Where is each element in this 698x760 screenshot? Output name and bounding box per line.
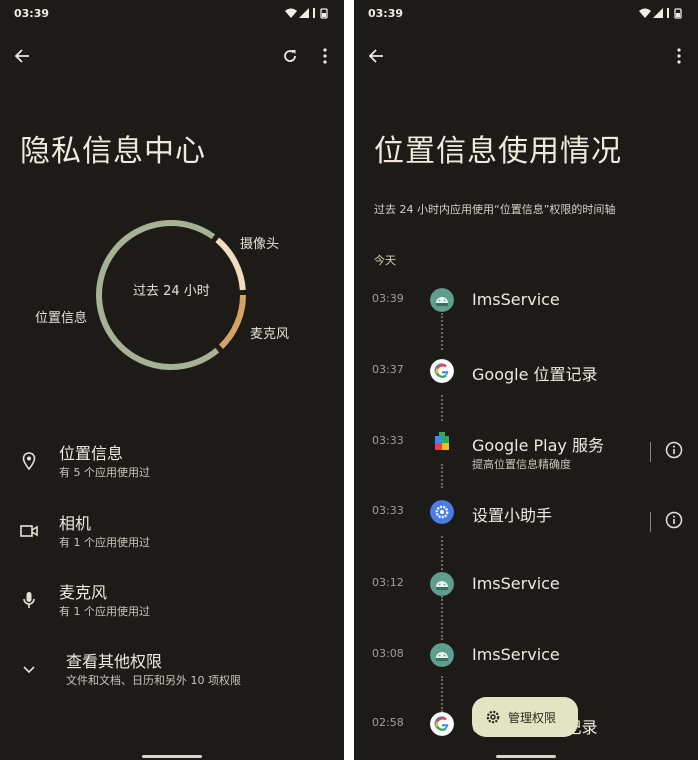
timeline-row[interactable]: 03:37 Google 位置记录	[354, 359, 698, 409]
permission-title: 相机	[59, 514, 92, 533]
microphone-icon	[23, 592, 35, 608]
android-icon	[430, 572, 454, 596]
overflow-menu-button[interactable]	[313, 44, 337, 68]
timeline-app-name: ImsService	[472, 290, 560, 309]
timeline-app-name: Google 位置记录	[472, 365, 598, 384]
timeline-row[interactable]: 03:12 ImsService	[354, 572, 698, 622]
permission-subtitle: 有 1 个应用使用过	[59, 605, 150, 618]
permission-title: 位置信息	[59, 444, 124, 463]
gesture-nav-bar[interactable]	[142, 755, 202, 758]
timeline-time: 03:33	[372, 434, 404, 447]
gesture-nav-bar[interactable]	[496, 755, 556, 758]
timeline-app-name: ImsService	[472, 645, 560, 664]
timeline-app-subtitle: 提高位置信息精确度	[472, 458, 571, 471]
timeline-app-name: Google Play 服务	[472, 436, 604, 455]
timeline-row[interactable]: 03:08 ImsService	[354, 643, 698, 693]
refresh-button[interactable]	[278, 44, 302, 68]
location-pin-icon	[22, 452, 36, 471]
permission-subtitle: 有 1 个应用使用过	[59, 536, 150, 549]
info-icon[interactable]	[664, 510, 684, 530]
timeline-time: 03:39	[372, 292, 404, 305]
timeline-row[interactable]: 03:33 设置小助手	[354, 500, 698, 550]
play-services-icon	[435, 432, 449, 450]
info-icon[interactable]	[664, 440, 684, 460]
page-title: 位置信息使用情况	[374, 134, 622, 169]
permission-title: 麦克风	[59, 583, 108, 602]
status-icons	[284, 7, 330, 22]
timeline-time: 03:12	[372, 576, 404, 589]
back-button[interactable]	[364, 44, 388, 68]
back-button[interactable]	[10, 44, 34, 68]
location-usage-screen: 03:39 位置信息使用情况 过去 24 小时内应用使用“位置信息”权限的时间轴…	[354, 0, 698, 760]
page-title: 隐私信息中心	[20, 134, 206, 169]
gear-icon	[486, 710, 500, 724]
permission-item-microphone[interactable]: 麦克风 有 1 个应用使用过	[0, 579, 344, 641]
donut-label-mic: 麦克风	[250, 327, 290, 342]
status-icons	[638, 7, 684, 22]
timeline-row[interactable]: 03:39 ImsService	[354, 288, 698, 338]
timeline-time: 02:58	[372, 716, 404, 729]
more-title: 查看其他权限	[66, 652, 163, 671]
more-subtitle: 文件和文档、日历和另外 10 项权限	[66, 674, 241, 687]
video-camera-icon	[20, 525, 38, 537]
android-icon	[430, 288, 454, 312]
google-g-icon	[430, 359, 454, 383]
privacy-dashboard-screen: 03:39 隐私信息中心 过去 24 小时 摄像头 麦克风 位置信息 位置信息 …	[0, 0, 344, 760]
permission-subtitle: 有 5 个应用使用过	[59, 466, 150, 479]
more-vert-icon	[323, 48, 327, 64]
refresh-icon	[284, 50, 296, 62]
page-subtitle: 过去 24 小时内应用使用“位置信息”权限的时间轴	[374, 203, 616, 216]
fab-label: 管理权限	[508, 710, 557, 725]
timeline-time: 03:33	[372, 504, 404, 517]
timeline-row[interactable]: 03:33 Google Play 服务 提高位置信息精确度	[354, 430, 698, 480]
google-g-icon	[430, 712, 454, 736]
status-time: 03:39	[14, 7, 50, 20]
permission-item-camera[interactable]: 相机 有 1 个应用使用过	[0, 510, 344, 572]
timeline-time: 03:37	[372, 363, 404, 376]
donut-label-location: 位置信息	[35, 311, 88, 326]
manage-permissions-fab[interactable]: 管理权限	[472, 697, 578, 737]
see-other-permissions[interactable]: 查看其他权限 文件和文档、日历和另外 10 项权限	[0, 648, 344, 710]
timeline-time: 03:08	[372, 647, 404, 660]
section-header-today: 今天	[374, 254, 396, 267]
more-vert-icon	[677, 48, 681, 64]
donut-center-label: 过去 24 小时	[133, 284, 210, 299]
status-time: 03:39	[368, 7, 404, 20]
settings-gear-icon	[430, 500, 454, 524]
chevron-down-icon	[23, 666, 35, 674]
divider	[650, 442, 651, 462]
divider	[650, 512, 651, 532]
overflow-menu-button[interactable]	[667, 44, 691, 68]
donut-arc-mic	[218, 294, 246, 349]
android-icon	[430, 643, 454, 667]
back-arrow-icon	[14, 49, 29, 63]
timeline-app-name: 设置小助手	[472, 506, 553, 525]
back-arrow-icon	[368, 49, 383, 63]
permission-item-location[interactable]: 位置信息 有 5 个应用使用过	[0, 440, 344, 502]
donut-label-camera: 摄像头	[240, 237, 280, 252]
timeline-app-name: ImsService	[472, 574, 560, 593]
donut-arc-camera	[215, 237, 246, 291]
